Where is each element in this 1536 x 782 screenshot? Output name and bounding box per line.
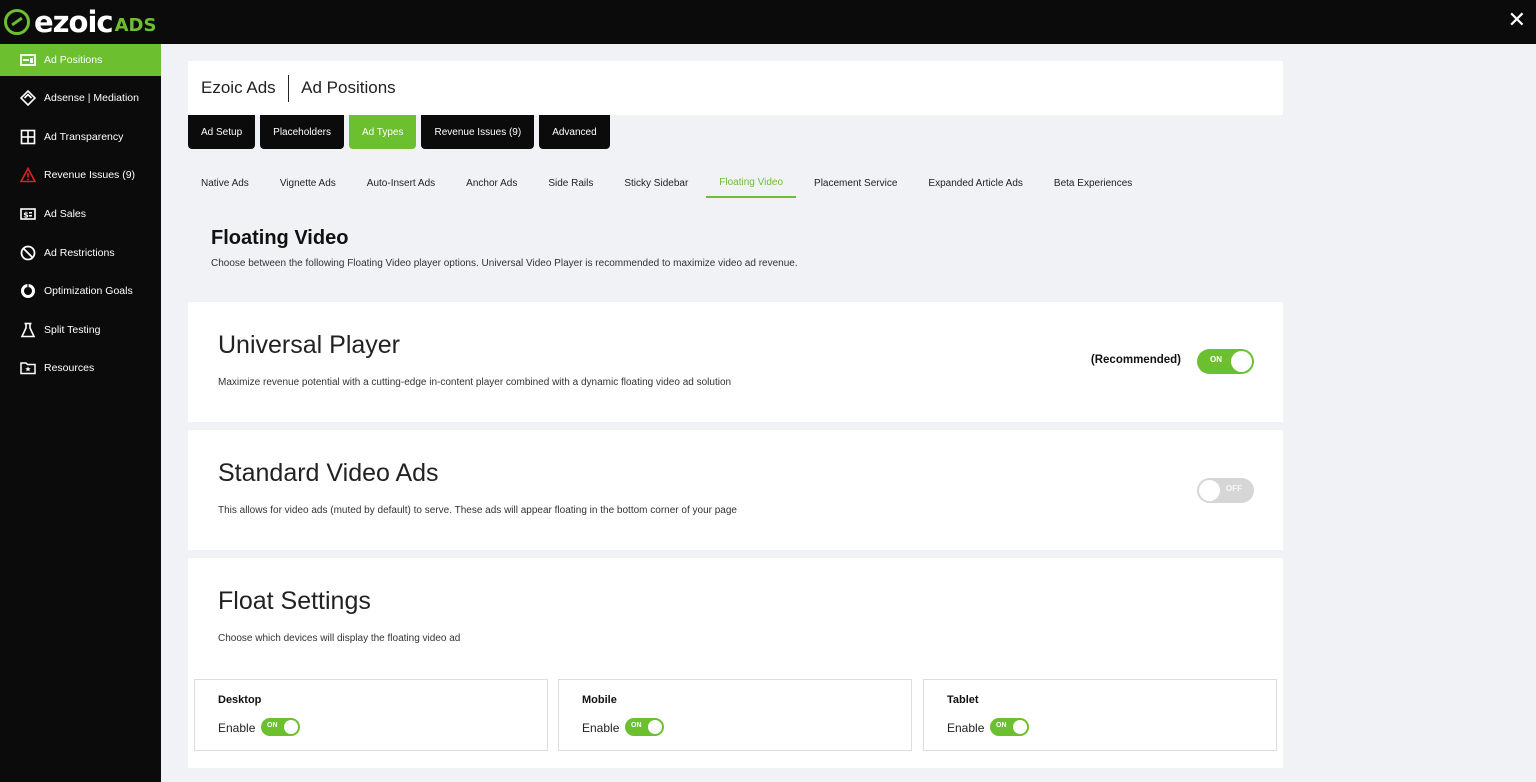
- device-name: Mobile: [582, 694, 617, 706]
- sidebar-item-ad-sales[interactable]: $ Ad Sales: [0, 195, 161, 234]
- recommended-badge: (Recommended): [1090, 354, 1181, 366]
- sidebar-item-adsense-mediation[interactable]: Adsense | Mediation: [0, 79, 161, 118]
- main-content: Ezoic Ads Ad Positions Ad Setup Placehol…: [161, 44, 1536, 782]
- ad-positions-icon: [20, 52, 36, 68]
- toggle-knob: [1199, 480, 1220, 501]
- toggle-label: OFF: [1226, 484, 1242, 493]
- sidebar-item-ad-positions[interactable]: Ad Positions: [0, 44, 161, 76]
- subtab-auto-insert-ads[interactable]: Auto-Insert Ads: [354, 168, 448, 198]
- universal-player-card: Universal Player Maximize revenue potent…: [188, 302, 1283, 422]
- sidebar-item-split-testing[interactable]: Split Testing: [0, 311, 161, 350]
- device-name: Tablet: [947, 694, 979, 706]
- primary-tabs: Ad Setup Placeholders Ad Types Revenue I…: [188, 115, 610, 149]
- ezoic-ads-logo[interactable]: ezoic ADS: [4, 5, 157, 39]
- device-card-tablet: Tablet Enable ON: [923, 679, 1277, 751]
- subtab-placement-service[interactable]: Placement Service: [801, 168, 910, 198]
- universal-player-description: Maximize revenue potential with a cuttin…: [218, 377, 732, 388]
- tab-advanced[interactable]: Advanced: [539, 115, 610, 149]
- enable-label: Enable: [582, 721, 620, 735]
- universal-player-title: Universal Player: [218, 331, 401, 359]
- folder-star-icon: [20, 360, 36, 376]
- subtab-sticky-sidebar[interactable]: Sticky Sidebar: [611, 168, 701, 198]
- mobile-enable-toggle[interactable]: ON: [625, 718, 664, 736]
- tab-placeholders[interactable]: Placeholders: [260, 115, 344, 149]
- logo-suffix: ADS: [114, 14, 157, 36]
- subtab-expanded-article-ads[interactable]: Expanded Article Ads: [915, 168, 1036, 198]
- grid-icon: [20, 129, 36, 145]
- sidebar-item-revenue-issues[interactable]: Revenue Issues (9): [0, 156, 161, 195]
- warning-icon: [20, 167, 36, 183]
- subtab-vignette-ads[interactable]: Vignette Ads: [267, 168, 349, 198]
- ad-type-subtabs: Native Ads Vignette Ads Auto-Insert Ads …: [188, 168, 1145, 198]
- sidebar-item-label: Revenue Issues (9): [44, 169, 136, 182]
- sidebar-item-label: Ad Sales: [44, 208, 87, 221]
- device-card-mobile: Mobile Enable ON: [558, 679, 912, 751]
- tablet-enable-toggle[interactable]: ON: [990, 718, 1029, 736]
- page-title: Ad Positions: [301, 78, 396, 97]
- close-icon[interactable]: ✕: [1508, 9, 1526, 33]
- standard-video-card: Standard Video Ads This allows for video…: [188, 430, 1283, 550]
- toggle-knob: [1231, 351, 1252, 372]
- ban-icon: [20, 245, 36, 261]
- standard-video-toggle[interactable]: OFF: [1197, 478, 1254, 503]
- sidebar-item-label: Ad Transparency: [44, 130, 124, 143]
- toggle-label: ON: [267, 722, 278, 729]
- sidebar-item-label: Resources: [44, 362, 95, 375]
- sidebar-item-ad-restrictions[interactable]: Ad Restrictions: [0, 233, 161, 272]
- subtab-floating-video[interactable]: Floating Video: [706, 168, 797, 198]
- sidebar-item-label: Ad Positions: [44, 54, 103, 66]
- sidebar-item-resources[interactable]: Resources: [0, 349, 161, 388]
- dollar-icon: $: [20, 206, 36, 222]
- float-settings-title: Float Settings: [218, 587, 371, 615]
- mediation-icon: [20, 90, 36, 107]
- device-card-desktop: Desktop Enable ON: [194, 679, 548, 751]
- standard-video-title: Standard Video Ads: [218, 459, 439, 487]
- section-description: Choose between the following Floating Vi…: [211, 258, 798, 269]
- sidebar-item-label: Ad Restrictions: [44, 246, 115, 259]
- toggle-label: ON: [1210, 355, 1222, 364]
- toggle-label: ON: [631, 722, 642, 729]
- enable-label: Enable: [947, 721, 985, 735]
- sidebar-item-label: Adsense | Mediation: [44, 92, 139, 105]
- desktop-enable-toggle[interactable]: ON: [261, 718, 300, 736]
- tab-ad-types[interactable]: Ad Types: [348, 115, 417, 149]
- toggle-label: ON: [996, 722, 1007, 729]
- logo-text: ezoic: [34, 5, 114, 39]
- toggle-knob: [1013, 720, 1027, 734]
- flask-icon: [20, 322, 36, 338]
- section-title: Floating Video: [211, 227, 349, 249]
- page-header: Ezoic Ads Ad Positions: [188, 61, 1283, 115]
- subtab-native-ads[interactable]: Native Ads: [188, 168, 262, 198]
- donut-icon: [20, 283, 36, 299]
- device-name: Desktop: [218, 694, 262, 706]
- toggle-knob: [284, 720, 298, 734]
- sidebar-item-label: Optimization Goals: [44, 285, 133, 298]
- sidebar-item-optimization-goals[interactable]: Optimization Goals: [0, 272, 161, 311]
- sidebar-item-ad-transparency[interactable]: Ad Transparency: [0, 118, 161, 157]
- float-settings-description: Choose which devices will display the fl…: [218, 633, 461, 644]
- subtab-beta-experiences[interactable]: Beta Experiences: [1041, 168, 1145, 198]
- ezoic-logo-icon: [4, 9, 30, 35]
- sidebar-item-label: Split Testing: [44, 323, 101, 336]
- subtab-anchor-ads[interactable]: Anchor Ads: [453, 168, 530, 198]
- enable-label: Enable: [218, 721, 256, 735]
- header-brand: Ezoic Ads: [201, 78, 276, 97]
- universal-player-toggle[interactable]: ON: [1197, 349, 1254, 374]
- sidebar: Ad Positions Adsense | Mediation Ad Tran…: [0, 44, 161, 782]
- svg-text:$: $: [23, 211, 29, 220]
- toggle-knob: [648, 720, 662, 734]
- tab-revenue-issues[interactable]: Revenue Issues (9): [421, 115, 535, 149]
- top-bar: ezoic ADS ✕: [0, 0, 1536, 44]
- subtab-side-rails[interactable]: Side Rails: [535, 168, 606, 198]
- standard-video-description: This allows for video ads (muted by defa…: [218, 505, 737, 516]
- tab-ad-setup[interactable]: Ad Setup: [188, 115, 256, 149]
- header-divider: [287, 74, 290, 102]
